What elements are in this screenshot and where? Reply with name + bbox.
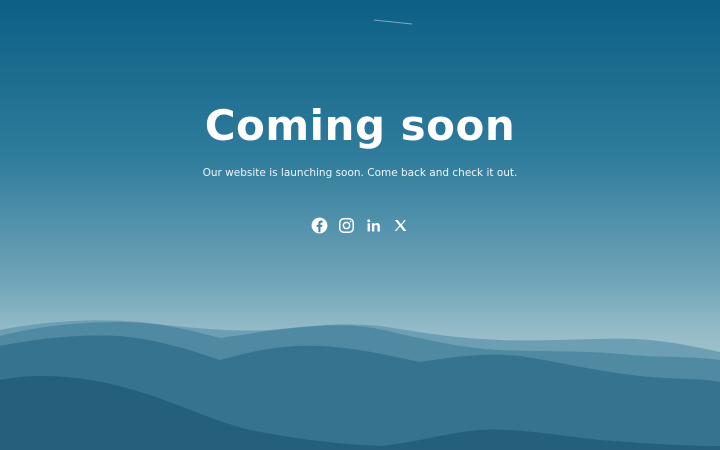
page-subtitle: Our website is launching soon. Come back… [202,167,518,179]
linkedin-link[interactable] [364,216,383,235]
facebook-icon [311,217,328,234]
instagram-icon [339,218,354,233]
contrail [373,19,413,25]
instagram-link[interactable] [337,216,356,235]
x-link[interactable] [391,216,410,235]
page-title: Coming soon [204,101,516,150]
social-links [0,216,720,236]
x-icon [394,219,407,232]
linkedin-icon [367,219,380,232]
facebook-link[interactable] [310,216,329,235]
